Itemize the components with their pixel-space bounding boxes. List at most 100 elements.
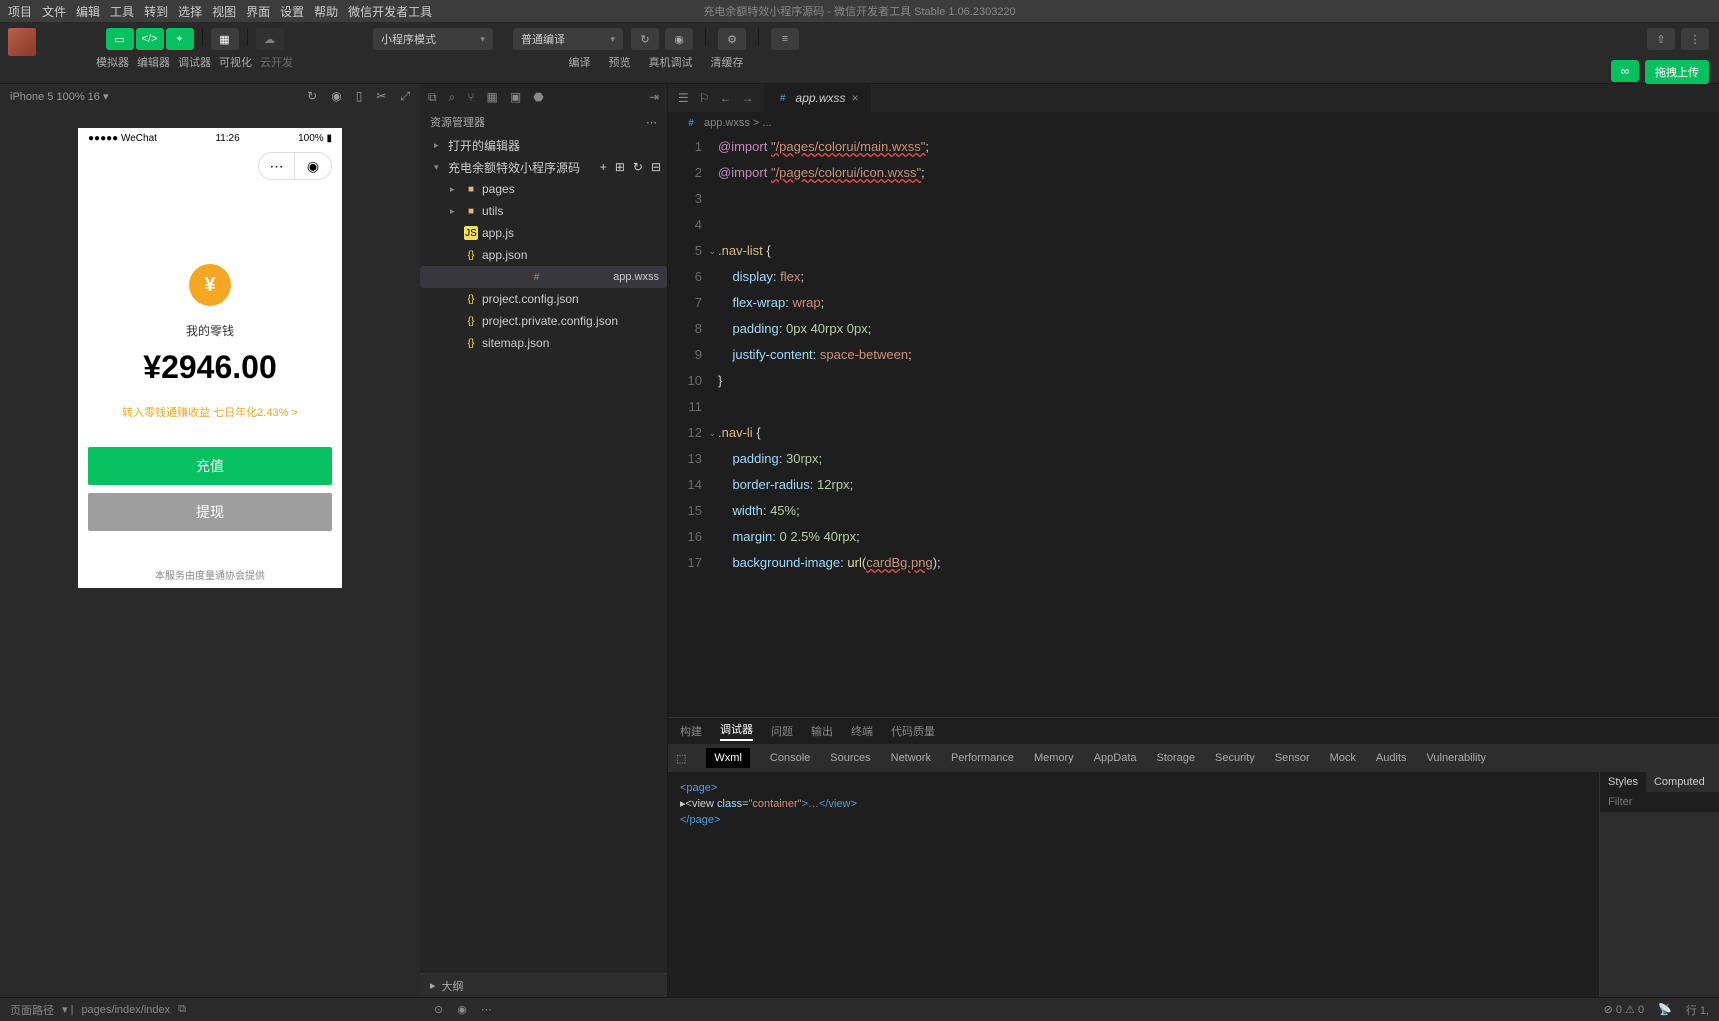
withdraw-button[interactable]: 提现 — [88, 493, 332, 531]
dev-tab-Mock[interactable]: Mock — [1330, 752, 1356, 764]
page-path[interactable]: pages/index/index — [81, 1004, 170, 1016]
menu-edit[interactable]: 编辑 — [76, 3, 100, 20]
float-icon[interactable]: ⤢ — [400, 89, 410, 104]
dev-tab-Wxml[interactable]: Wxml — [706, 748, 750, 768]
file-project.private.config.json[interactable]: {}project.private.config.json — [420, 310, 667, 332]
outline-section[interactable]: ▸大纲 — [420, 973, 667, 997]
file-pages[interactable]: ▸■pages — [420, 178, 667, 200]
device-icon[interactable]: ▯ — [356, 89, 363, 104]
version-icon[interactable]: ⋮ — [1681, 28, 1709, 50]
menu-file[interactable]: 文件 — [42, 3, 66, 20]
code-editor[interactable]: 1234⌄567891011⌄121314151617 @import "/pa… — [668, 134, 1719, 717]
menu-goto[interactable]: 转到 — [144, 3, 168, 20]
remote-debug-icon[interactable]: ⚙ — [718, 28, 746, 50]
dev-tab-Network[interactable]: Network — [891, 752, 931, 764]
simulator-toggle[interactable]: ▭ — [106, 28, 134, 50]
arrow-left-icon[interactable]: ← — [720, 91, 732, 105]
cut-icon[interactable]: ✂ — [376, 89, 386, 104]
nav-back-icon[interactable]: ☰ — [678, 91, 689, 105]
avatar[interactable] — [8, 28, 36, 56]
arrow-right-icon[interactable]: → — [742, 91, 754, 105]
more-status-icon[interactable]: ⋯ — [481, 1003, 492, 1016]
menu-help[interactable]: 帮助 — [314, 3, 338, 20]
dev-tab-Vulnerability[interactable]: Vulnerability — [1427, 752, 1487, 764]
explorer-more-icon[interactable]: ⋯ — [646, 116, 657, 129]
menu-select[interactable]: 选择 — [178, 3, 202, 20]
file-app.json[interactable]: {}app.json — [420, 244, 667, 266]
menu-tools[interactable]: 工具 — [110, 3, 134, 20]
warnings-icon[interactable]: ⊘ 0 ⚠ 0 — [1604, 1003, 1644, 1016]
dev-tab-Console[interactable]: Console — [770, 752, 810, 764]
device-label[interactable]: iPhone 5 100% 16 ▾ — [10, 90, 109, 103]
cloud-icon[interactable]: ∞ — [1611, 60, 1639, 82]
dev-tab-Sources[interactable]: Sources — [830, 752, 870, 764]
menu-ui[interactable]: 界面 — [246, 3, 270, 20]
line-col[interactable]: 行 1, — [1686, 1002, 1709, 1018]
editor-tab-active[interactable]: # app.wxss × — [764, 84, 871, 112]
new-folder-icon[interactable]: ⊞ — [615, 160, 625, 174]
dev-tab-Memory[interactable]: Memory — [1034, 752, 1074, 764]
close-tab-icon[interactable]: × — [852, 91, 859, 105]
dev-tab-Sensor[interactable]: Sensor — [1275, 752, 1310, 764]
branch-tab-icon[interactable]: ⑂ — [467, 90, 474, 104]
dbg-tab-调试器[interactable]: 调试器 — [720, 721, 753, 741]
balance-link[interactable]: 转入零钱通赚收益 七日年化2.43% > — [122, 404, 298, 420]
refresh-icon[interactable]: ↻ — [307, 89, 317, 104]
mode-select[interactable]: 小程序模式▾ — [373, 28, 493, 50]
dbg-tab-问题[interactable]: 问题 — [771, 723, 793, 739]
wxml-tree[interactable]: <page> ▸<view class="container">…</view>… — [668, 772, 1599, 997]
collapse-icon[interactable]: ⊟ — [651, 160, 661, 174]
visual-toggle[interactable]: ▦ — [211, 28, 239, 50]
ext2-tab-icon[interactable]: ▣ — [510, 90, 521, 104]
file-utils[interactable]: ▸■utils — [420, 200, 667, 222]
debugger-toggle[interactable]: ⌖ — [166, 28, 194, 50]
upload-icon[interactable]: ⇧ — [1647, 28, 1675, 50]
perf-icon[interactable]: ⊙ — [434, 1003, 443, 1016]
drag-upload-button[interactable]: 拖拽上传 — [1645, 60, 1709, 84]
computed-tab[interactable]: Computed — [1646, 772, 1713, 792]
file-app.wxss[interactable]: #app.wxss — [420, 266, 667, 288]
dev-tab-Security[interactable]: Security — [1215, 752, 1255, 764]
copy-path-icon[interactable]: ⧉ — [178, 1003, 186, 1016]
cloud-dev-toggle[interactable]: ☁ — [256, 28, 284, 50]
clear-cache-icon[interactable]: ≡ — [771, 28, 799, 50]
breadcrumb[interactable]: #app.wxss > ... — [668, 112, 1719, 134]
capsule-close-icon[interactable]: ◉ — [295, 153, 331, 179]
file-sitemap.json[interactable]: {}sitemap.json — [420, 332, 667, 354]
ext-tab-icon[interactable]: ▦ — [487, 90, 498, 104]
menu-settings[interactable]: 设置 — [280, 3, 304, 20]
capsule-menu-icon[interactable]: ⋯ — [259, 153, 295, 179]
inspect-icon[interactable]: ⬚ — [676, 752, 686, 765]
dev-tab-Audits[interactable]: Audits — [1376, 752, 1407, 764]
dbg-tab-代码质量[interactable]: 代码质量 — [891, 723, 935, 739]
bookmark-icon[interactable]: ⚐ — [699, 91, 710, 105]
file-app.js[interactable]: JSapp.js — [420, 222, 667, 244]
compile-icon[interactable]: ↻ — [631, 28, 659, 50]
menu-project[interactable]: 项目 — [8, 3, 32, 20]
eye-icon[interactable]: ◉ — [457, 1003, 467, 1016]
refresh-tree-icon[interactable]: ↻ — [633, 160, 643, 174]
dbg-tab-终端[interactable]: 终端 — [851, 723, 873, 739]
record-icon[interactable]: ◉ — [331, 89, 341, 104]
open-editors-section[interactable]: ▸打开的编辑器 — [420, 134, 667, 156]
project-root[interactable]: ▾充电余额特效小程序源码 + ⊞ ↻ ⊟ — [420, 156, 667, 178]
debug-tab-icon[interactable]: ⬣ — [533, 90, 543, 104]
editor-toggle[interactable]: </> — [136, 28, 164, 50]
new-file-icon[interactable]: + — [600, 160, 607, 174]
compile-select[interactable]: 普通编译▾ — [513, 28, 623, 50]
styles-tab[interactable]: Styles — [1600, 772, 1646, 792]
dbg-tab-构建[interactable]: 构建 — [680, 723, 702, 739]
dev-tab-AppData[interactable]: AppData — [1094, 752, 1137, 764]
menu-view[interactable]: 视图 — [212, 3, 236, 20]
menu-wechat-devtools[interactable]: 微信开发者工具 — [348, 3, 432, 20]
deposit-button[interactable]: 充值 — [88, 447, 332, 485]
dev-tab-Performance[interactable]: Performance — [951, 752, 1014, 764]
preview-icon[interactable]: ◉ — [665, 28, 693, 50]
broadcast-icon[interactable]: 📡 — [1658, 1003, 1672, 1016]
search-tab-icon[interactable]: ⌕ — [449, 90, 456, 105]
styles-filter-input[interactable] — [1600, 792, 1719, 812]
more-icon[interactable]: ⇥ — [649, 90, 659, 104]
file-project.config.json[interactable]: {}project.config.json — [420, 288, 667, 310]
dev-tab-Storage[interactable]: Storage — [1157, 752, 1196, 764]
files-tab-icon[interactable]: ⧉ — [428, 90, 437, 105]
